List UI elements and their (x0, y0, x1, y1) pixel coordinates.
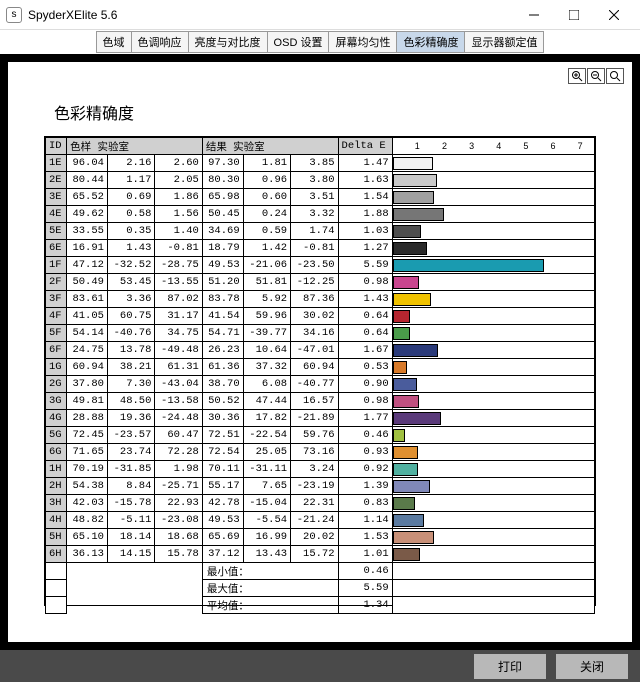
window-title: SpyderXElite 5.6 (28, 8, 514, 22)
table-row: 2G37.807.30-43.0438.706.08-40.770.90 (46, 376, 595, 393)
zoom-toolbar (568, 68, 624, 84)
minimize-button[interactable] (514, 1, 554, 29)
table-row: 4F41.0560.7531.1741.5459.9630.020.64 (46, 308, 595, 325)
delta-bar (393, 242, 427, 255)
delta-bar (393, 208, 444, 221)
table-row: 5G72.45-23.5760.4772.51-22.5459.760.46 (46, 427, 595, 444)
close-window-button[interactable]: 关闭 (556, 654, 628, 679)
delta-bar (393, 361, 407, 374)
delta-bar (393, 480, 431, 493)
table-row: 4H48.82-5.11-23.0849.53-5.54-21.241.14 (46, 512, 595, 529)
tab-0[interactable]: 色域 (96, 31, 131, 53)
table-row: 5F54.14-40.7634.7554.71-39.7734.160.64 (46, 325, 595, 342)
delta-bar (393, 429, 405, 442)
delta-bar (393, 497, 416, 510)
footer: 打印 关闭 (0, 650, 640, 682)
table-row: 3H42.03-15.7822.9342.78-15.0422.310.83 (46, 495, 595, 512)
delta-bar (393, 514, 424, 527)
delta-bar (393, 446, 418, 459)
tab-1[interactable]: 色调响应 (131, 31, 188, 53)
delta-bar (393, 463, 418, 476)
table-row: 6F24.7513.78-49.4826.2310.64-47.011.67 (46, 342, 595, 359)
app-icon: s (6, 7, 22, 23)
content-inner: 色彩精确度 ID色样 实验室结果 实验室Delta E12345671E96.0… (8, 62, 632, 642)
table-row: 5H65.1018.1418.6865.6916.9920.021.53 (46, 529, 595, 546)
delta-bar (393, 293, 432, 306)
table-row: 6G71.6523.7472.2872.5425.0573.160.93 (46, 444, 595, 461)
tab-4[interactable]: 屏幕均匀性 (328, 31, 396, 53)
table-row: 4G28.8819.36-24.4830.3617.82-21.891.77 (46, 410, 595, 427)
close-button[interactable] (594, 1, 634, 29)
tab-2[interactable]: 亮度与对比度 (188, 31, 267, 53)
table-row: 2E80.441.172.0580.300.963.801.63 (46, 172, 595, 189)
delta-bar (393, 225, 421, 238)
table-row: 3F83.613.3687.0283.785.9287.361.43 (46, 291, 595, 308)
delta-bar (393, 378, 417, 391)
table-row: 1H70.19-31.851.9870.11-31.113.240.92 (46, 461, 595, 478)
delta-bar (393, 327, 410, 340)
table-row: 3G49.8148.50-13.5850.5247.4416.570.98 (46, 393, 595, 410)
delta-bar (393, 174, 437, 187)
delta-bar (393, 276, 420, 289)
color-accuracy-table: ID色样 实验室结果 实验室Delta E12345671E96.042.162… (45, 137, 595, 614)
zoom-fit-button[interactable] (606, 68, 624, 84)
table-row: 1F47.12-32.52-28.7549.53-21.06-23.505.59 (46, 257, 595, 274)
zoom-in-button[interactable] (568, 68, 586, 84)
zoom-out-button[interactable] (587, 68, 605, 84)
delta-bar (393, 395, 420, 408)
page-title: 色彩精确度 (54, 100, 624, 124)
table-row: 2H54.388.84-25.7155.177.65-23.191.39 (46, 478, 595, 495)
delta-bar (393, 548, 420, 561)
table-row: 5E33.550.351.4034.690.591.741.03 (46, 223, 595, 240)
delta-bar (393, 310, 410, 323)
table-row: 6H36.1314.1515.7837.1213.4315.721.01 (46, 546, 595, 563)
table-row: 1E96.042.162.6097.301.813.851.47 (46, 155, 595, 172)
delta-bar (393, 191, 435, 204)
delta-bar (393, 344, 438, 357)
table-row: 3E65.520.691.8665.980.603.511.54 (46, 189, 595, 206)
tab-6[interactable]: 显示器额定值 (464, 31, 544, 53)
table-row: 6E16.911.43-0.8118.791.42-0.811.27 (46, 240, 595, 257)
table-row: 1G60.9438.2161.3161.3637.3260.940.53 (46, 359, 595, 376)
delta-bar (393, 157, 433, 170)
delta-bar (393, 412, 441, 425)
titlebar: s SpyderXElite 5.6 (0, 0, 640, 30)
tab-5[interactable]: 色彩精确度 (396, 31, 464, 53)
delta-bar (393, 531, 435, 544)
maximize-button[interactable] (554, 1, 594, 29)
data-table-area: ID色样 实验室结果 实验室Delta E12345671E96.042.162… (44, 136, 596, 606)
table-row: 4E49.620.581.5650.450.243.321.88 (46, 206, 595, 223)
tabbar: 色域色调响应亮度与对比度OSD 设置屏幕均匀性色彩精确度显示器额定值 (0, 30, 640, 54)
print-button[interactable]: 打印 (474, 654, 546, 679)
table-row: 2F50.4953.45-13.5551.2051.81-12.250.98 (46, 274, 595, 291)
tab-3[interactable]: OSD 设置 (267, 31, 329, 53)
delta-bar (393, 259, 545, 272)
content-wrap: 色彩精确度 ID色样 实验室结果 实验室Delta E12345671E96.0… (0, 54, 640, 650)
